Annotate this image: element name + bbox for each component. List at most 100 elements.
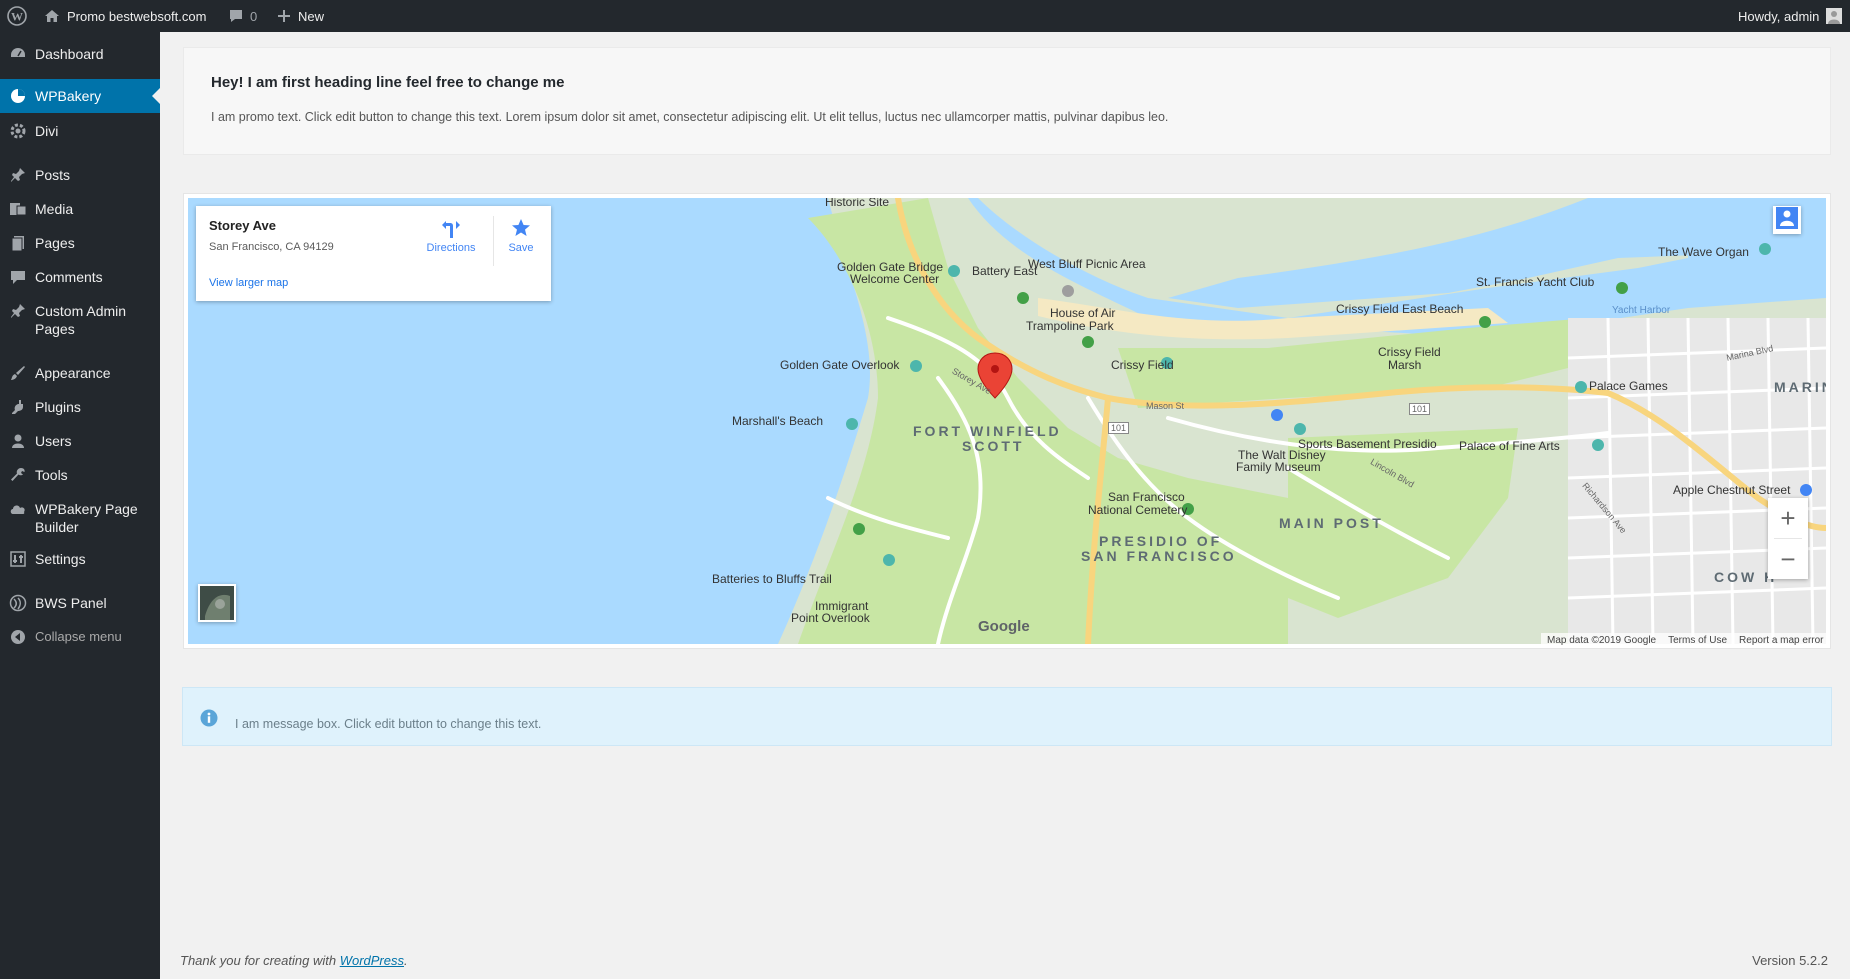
save-place-button[interactable]: Save [486, 218, 556, 254]
sidebar-item-plugins[interactable]: Plugins [0, 394, 160, 420]
pin-icon [9, 302, 27, 320]
map-label: National Cemetery [1088, 503, 1188, 517]
sidebar-item-label: WPBakery [35, 88, 102, 104]
map-label: Historic Site [825, 198, 890, 209]
sidebar-item-dashboard[interactable]: Dashboard [0, 41, 160, 67]
map-label: Batteries to Bluffs Trail [712, 572, 832, 586]
footer-thanks-text: Thank you for creating with [180, 953, 337, 968]
home-icon [44, 8, 60, 24]
zoom-out-icon: − [1780, 543, 1796, 574]
site-name-link[interactable]: Promo bestwebsoft.com [44, 0, 206, 32]
sidebar-item-label: BWS Panel [35, 595, 107, 611]
terms-of-use-link[interactable]: Terms of Use [1668, 635, 1727, 646]
sidebar-item-settings[interactable]: Settings [0, 546, 160, 572]
zoom-in-button[interactable]: + [1768, 498, 1808, 538]
sidebar-item-tools[interactable]: Tools [0, 462, 160, 488]
save-label: Save [508, 242, 534, 254]
map-place-card: Storey Ave San Francisco, CA 94129 Direc… [196, 206, 551, 301]
map-label: House of Air [1050, 306, 1116, 320]
new-label: New [298, 8, 325, 24]
sidebar-item-label: Appearance [35, 365, 111, 381]
sidebar-item-users[interactable]: Users [0, 428, 160, 454]
sidebar-item-label: Divi [35, 123, 59, 139]
promo-text: I am promo text. Click edit button to ch… [211, 110, 1169, 124]
google-logo: Google [978, 618, 1030, 635]
new-content-link[interactable]: New [277, 0, 324, 32]
user-icon [9, 432, 27, 450]
plug-icon [9, 398, 27, 416]
wrench-icon [9, 466, 27, 484]
map-label: Palace of Fine Arts [1459, 439, 1560, 453]
bws-icon [9, 594, 27, 612]
sidebar-item-label: Tools [35, 467, 68, 483]
sidebar-item-label: Settings [35, 551, 86, 567]
sidebar-item-pages[interactable]: Pages [0, 230, 160, 256]
zoom-out-button[interactable]: − [1768, 539, 1808, 579]
map-label: Marsh [1388, 358, 1422, 372]
map-label: Welcome Center [850, 272, 940, 286]
wordpress-logo-icon[interactable]: W [7, 0, 27, 32]
highway-shield: 101 [1108, 422, 1130, 434]
map-data-credit: Map data ©2019 Google [1547, 635, 1657, 646]
sidebar-item-bws-panel[interactable]: BWS Panel [0, 590, 160, 616]
promo-box: Hey! I am first heading line feel free t… [183, 47, 1831, 155]
sidebar-item-wpbakery-page-builder[interactable]: WPBakery Page Builder [0, 496, 160, 540]
map-type-thumbnail[interactable] [198, 584, 236, 622]
map-label: Golden Gate Overlook [780, 358, 900, 372]
sidebar-item-appearance[interactable]: Appearance [0, 360, 160, 386]
pages-icon [9, 234, 27, 252]
sidebar-item-comments[interactable]: Comments [0, 264, 160, 290]
plus-icon [277, 9, 291, 23]
greeting: Howdy, admin [1738, 8, 1820, 24]
sidebar-item-label: Plugins [35, 399, 81, 415]
settings-icon [9, 550, 27, 568]
map-label: SAN FRANCISCO [1081, 548, 1237, 564]
info-icon [200, 709, 218, 732]
sidebar-item-label: Pages [35, 235, 75, 251]
map-label: MARINA [1774, 379, 1826, 395]
zoom-controls: + − [1768, 498, 1808, 579]
sidebar-item-label: Dashboard [35, 46, 104, 62]
svg-text:W: W [11, 10, 23, 24]
map-label: The Wave Organ [1658, 245, 1749, 259]
site-name: Promo bestwebsoft.com [67, 8, 207, 24]
wordpress-link[interactable]: WordPress [340, 953, 404, 968]
cloud-icon [9, 500, 27, 518]
my-account-link[interactable]: Howdy, admin [1738, 0, 1843, 32]
comments-link[interactable]: 0 [228, 0, 257, 32]
place-address: San Francisco, CA 94129 [209, 241, 334, 253]
brush-icon [9, 364, 27, 382]
directions-button[interactable]: Directions [416, 218, 486, 254]
sidebar-item-divi[interactable]: Divi [0, 118, 160, 144]
street-view-pegman-button[interactable] [1773, 206, 1801, 234]
map-label: San Francisco [1108, 490, 1185, 504]
comment-icon [9, 268, 27, 286]
footer-period: . [404, 953, 408, 968]
wpbakery-icon [9, 87, 27, 105]
highway-shield: 101 [1409, 403, 1431, 415]
map-label: Marshall's Beach [732, 414, 823, 428]
sidebar-item-wpbakery[interactable]: WPBakery [0, 79, 160, 113]
map-label: St. Francis Yacht Club [1476, 275, 1595, 289]
sidebar-item-custom-admin-pages[interactable]: Custom Admin Pages [0, 298, 160, 342]
map-label: Apple Chestnut Street [1673, 483, 1791, 497]
footer-thanks: Thank you for creating with WordPress. [180, 953, 408, 968]
map-label: West Bluff Picnic Area [1028, 257, 1146, 271]
admin-bar: W Promo bestwebsoft.com 0 New Howdy, adm… [0, 0, 1850, 32]
map-label: SCOTT [962, 438, 1025, 454]
zoom-in-icon: + [1780, 502, 1796, 533]
sidebar-item-posts[interactable]: Posts [0, 162, 160, 188]
map-label: Crissy Field [1111, 358, 1174, 372]
sidebar-item-label: WPBakery Page Builder [35, 501, 138, 535]
admin-sidebar: Dashboard WPBakery Divi Posts Media Page… [0, 32, 160, 979]
report-map-error-link[interactable]: Report a map error [1739, 635, 1823, 646]
star-icon [486, 218, 556, 242]
dashboard-icon [9, 45, 27, 63]
footer-version: Version 5.2.2 [1752, 953, 1828, 968]
map-label: MAIN POST [1279, 515, 1384, 531]
sidebar-item-media[interactable]: Media [0, 196, 160, 222]
directions-label: Directions [426, 242, 476, 254]
street-label: Mason St [1146, 401, 1185, 411]
collapse-menu-button[interactable]: Collapse menu [0, 625, 160, 647]
view-larger-map-link[interactable]: View larger map [209, 277, 288, 289]
